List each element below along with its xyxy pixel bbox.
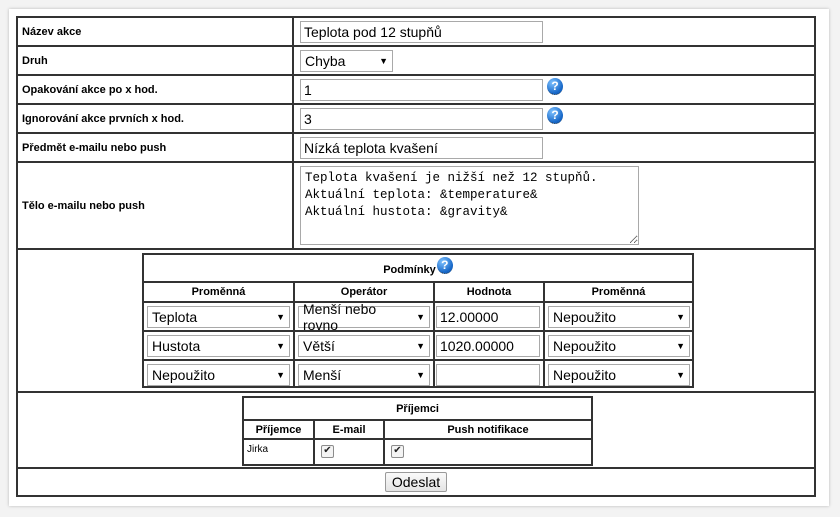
conditions-title: Podmínky ? xyxy=(144,255,692,281)
header-push: Push notifikace xyxy=(447,423,529,436)
submit-button[interactable]: Odeslat xyxy=(385,472,447,492)
action-name-input[interactable] xyxy=(300,21,543,43)
recipients-title: Příjemci xyxy=(396,402,439,415)
condition-operator-select[interactable]: Menší nebo rovno ▼ xyxy=(298,301,430,333)
condition-variable-select[interactable]: Nepoužito ▼ xyxy=(147,364,290,386)
subject-input[interactable] xyxy=(300,137,543,159)
row-body: Tělo e-mailu nebo push Teplota kvašení j… xyxy=(16,161,816,248)
row-recipients: Příjemci Příjemce E-mail Push notifikace… xyxy=(16,391,816,467)
push-checkbox[interactable]: ✔ xyxy=(391,445,404,458)
chevron-down-icon: ▼ xyxy=(416,341,425,351)
header-operator: Operátor xyxy=(340,286,388,298)
repeat-input[interactable] xyxy=(300,79,543,101)
body-label: Tělo e-mailu nebo push xyxy=(18,163,294,248)
chevron-down-icon: ▼ xyxy=(416,370,425,380)
condition-variable-select[interactable]: Hustota ▼ xyxy=(147,335,290,357)
header-variable-2: Proměnná xyxy=(591,286,646,298)
condition-variable2-select[interactable]: Nepoužito ▼ xyxy=(548,306,690,328)
conditions-table: Podmínky ? Proměnná Operátor Hodnota Pro… xyxy=(142,253,694,388)
row-action-name: Název akce xyxy=(16,16,816,45)
header-email: E-mail xyxy=(332,423,366,436)
row-subject: Předmět e-mailu nebo push xyxy=(16,132,816,161)
header-variable: Proměnná xyxy=(191,286,246,298)
chevron-down-icon: ▼ xyxy=(416,312,425,322)
help-icon[interactable]: ? xyxy=(547,107,563,124)
type-select[interactable]: Chyba ▼ xyxy=(300,50,393,72)
condition-operator-select[interactable]: Větší ▼ xyxy=(298,335,430,357)
type-select-value: Chyba xyxy=(305,53,346,69)
checkmark-icon: ✔ xyxy=(393,445,402,456)
chevron-down-icon: ▼ xyxy=(276,312,285,322)
chevron-down-icon: ▼ xyxy=(276,341,285,351)
type-label: Druh xyxy=(18,47,294,74)
condition-value-input[interactable] xyxy=(436,364,540,386)
recipients-table: Příjemci Příjemce E-mail Push notifikace… xyxy=(242,396,593,466)
recipient-name: Jirka xyxy=(247,444,269,455)
header-value: Hodnota xyxy=(466,286,512,298)
condition-value-input[interactable] xyxy=(436,306,540,328)
chevron-down-icon: ▼ xyxy=(676,312,685,322)
ignore-label: Ignorování akce prvních x hod. xyxy=(18,105,294,132)
chevron-down-icon: ▼ xyxy=(676,370,685,380)
row-ignore: Ignorování akce prvních x hod. ? xyxy=(16,103,816,132)
condition-variable2-select[interactable]: Nepoužito ▼ xyxy=(548,335,690,357)
help-icon[interactable]: ? xyxy=(436,256,453,274)
help-icon[interactable]: ? xyxy=(547,78,563,95)
row-repeat: Opakování akce po x hod. ? xyxy=(16,74,816,103)
repeat-label: Opakování akce po x hod. xyxy=(18,76,294,103)
condition-value-input[interactable] xyxy=(436,335,540,357)
chevron-down-icon: ▼ xyxy=(379,56,388,66)
chevron-down-icon: ▼ xyxy=(676,341,685,351)
email-checkbox[interactable]: ✔ xyxy=(321,445,334,458)
body-textarea[interactable]: Teplota kvašení je nižší než 12 stupňů. … xyxy=(300,166,639,245)
row-conditions: Podmínky ? Proměnná Operátor Hodnota Pro… xyxy=(16,248,816,391)
checkmark-icon: ✔ xyxy=(323,445,332,456)
header-recipient: Příjemce xyxy=(255,423,302,436)
row-type: Druh Chyba ▼ xyxy=(16,45,816,74)
condition-operator-select[interactable]: Menší ▼ xyxy=(298,364,430,386)
condition-variable2-select[interactable]: Nepoužito ▼ xyxy=(548,364,690,386)
chevron-down-icon: ▼ xyxy=(276,370,285,380)
subject-label: Předmět e-mailu nebo push xyxy=(18,134,294,161)
ignore-input[interactable] xyxy=(300,108,543,130)
condition-variable-select[interactable]: Teplota ▼ xyxy=(147,306,290,328)
action-name-label: Název akce xyxy=(18,18,294,45)
